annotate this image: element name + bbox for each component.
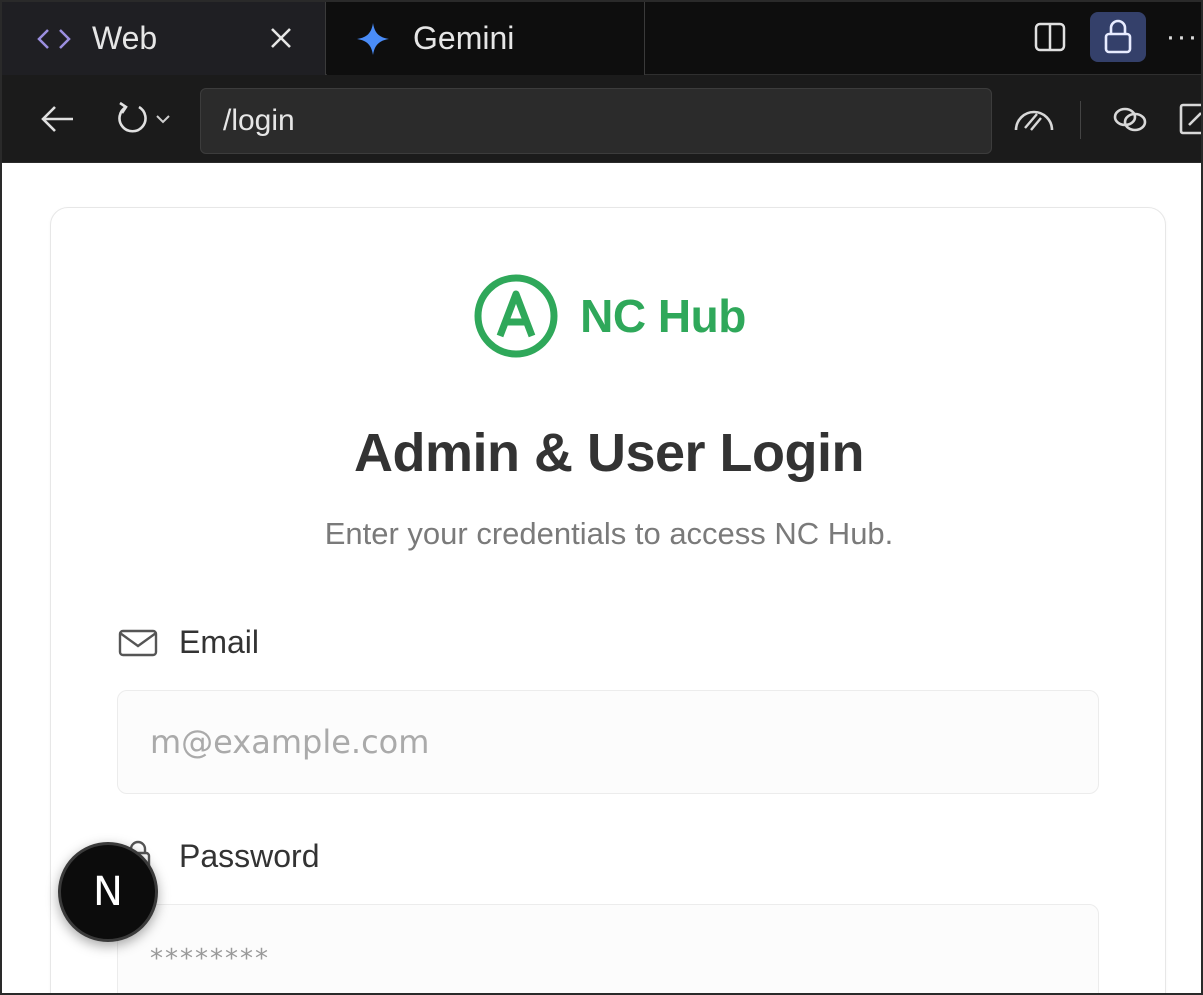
password-label-text: Password	[179, 838, 320, 874]
page-viewport: NC Hub Admin & User Login Enter your cre…	[2, 163, 1201, 993]
chevron-down-icon	[156, 115, 170, 124]
gauge-icon	[1014, 110, 1054, 131]
close-tab-button[interactable]	[259, 16, 303, 60]
mail-icon	[117, 627, 159, 659]
lock-button[interactable]	[1090, 12, 1146, 62]
external-link-icon	[1179, 103, 1201, 135]
dev-tools-badge[interactable]: N	[58, 842, 158, 942]
tab-label: Gemini	[413, 20, 515, 56]
tab-label: Web	[92, 20, 158, 56]
dev-badge-letter: N	[93, 869, 123, 915]
lock-icon	[1104, 19, 1132, 54]
brand-logo: NC Hub	[51, 270, 1167, 362]
more-options-button[interactable]: ···	[1152, 12, 1201, 62]
email-label-text: Email	[179, 624, 260, 660]
performance-button[interactable]	[1004, 95, 1064, 143]
navigation-bar: /login	[2, 75, 1201, 163]
brand-name: NC Hub	[580, 290, 746, 342]
code-brackets-icon	[36, 27, 72, 51]
address-bar[interactable]: /login	[200, 88, 992, 154]
link-icon	[1113, 107, 1147, 132]
toolbar-divider	[1080, 101, 1081, 139]
gemini-sparkle-icon	[355, 21, 391, 57]
email-field[interactable]	[117, 690, 1099, 794]
reload-icon	[118, 101, 147, 133]
address-url: /login	[223, 104, 295, 137]
browser-window: Web Gemini ··· /login NC Hub Admin & Use…	[0, 0, 1203, 995]
arrow-left-icon	[41, 106, 73, 132]
split-view-icon	[1034, 22, 1066, 52]
email-label: Email	[117, 624, 259, 661]
tab-strip: Web Gemini ···	[2, 2, 1201, 75]
ellipsis-icon: ···	[1165, 20, 1199, 53]
back-button[interactable]	[32, 95, 84, 143]
split-view-button[interactable]	[1022, 12, 1078, 62]
nc-hub-logo-icon	[474, 274, 558, 358]
login-card: NC Hub Admin & User Login Enter your cre…	[50, 207, 1167, 993]
tab-gemini[interactable]: Gemini	[327, 2, 645, 75]
tab-web[interactable]: Web	[2, 2, 326, 75]
reload-button[interactable]	[102, 95, 182, 143]
password-field[interactable]	[117, 904, 1099, 993]
open-external-button[interactable]	[1172, 95, 1201, 143]
copy-link-button[interactable]	[1100, 95, 1160, 143]
page-subtitle: Enter your credentials to access NC Hub.	[324, 516, 894, 551]
close-icon	[271, 28, 291, 48]
page-title: Admin & User Login	[353, 423, 865, 483]
